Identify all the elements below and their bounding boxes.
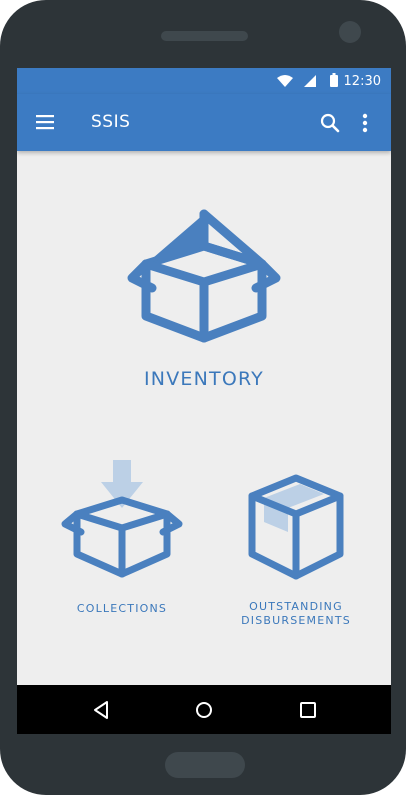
box-download-icon (61, 460, 183, 578)
home-icon[interactable] (191, 697, 217, 723)
taped-box-icon (248, 474, 344, 580)
wifi-icon (277, 75, 293, 87)
outstanding-label-line2: DISBURSEMENTS (241, 614, 351, 627)
signal-icon (304, 75, 316, 87)
hardware-home-button[interactable] (165, 752, 245, 778)
back-icon[interactable] (88, 697, 114, 723)
phone-frame: 12:30 SSIS INVENTORY COLLECTIONS OUTSTAN… (0, 0, 406, 795)
battery-icon (330, 73, 338, 87)
outstanding-label-line1: OUTSTANDING (249, 600, 343, 613)
inventory-tile[interactable]: INVENTORY (104, 206, 304, 390)
collections-label: COLLECTIONS (76, 602, 168, 615)
screen: 12:30 SSIS INVENTORY COLLECTIONS OUTSTAN… (17, 68, 391, 734)
recents-icon[interactable] (295, 697, 321, 723)
system-nav-bar (17, 685, 391, 734)
box-icon (127, 209, 281, 343)
outstanding-disbursements-tile[interactable]: OUTSTANDING DISBURSEMENTS (231, 472, 361, 627)
app-bar: SSIS (17, 94, 391, 151)
search-icon[interactable] (317, 110, 343, 136)
inventory-label: INVENTORY (144, 368, 264, 390)
front-camera (339, 21, 361, 43)
status-time: 12:30 (343, 74, 381, 89)
speaker-grille (161, 31, 248, 41)
menu-icon[interactable] (31, 110, 59, 134)
collections-tile[interactable]: COLLECTIONS (61, 458, 183, 615)
status-bar: 12:30 (17, 68, 391, 94)
app-title: SSIS (91, 112, 131, 132)
more-vert-icon[interactable] (357, 110, 373, 136)
